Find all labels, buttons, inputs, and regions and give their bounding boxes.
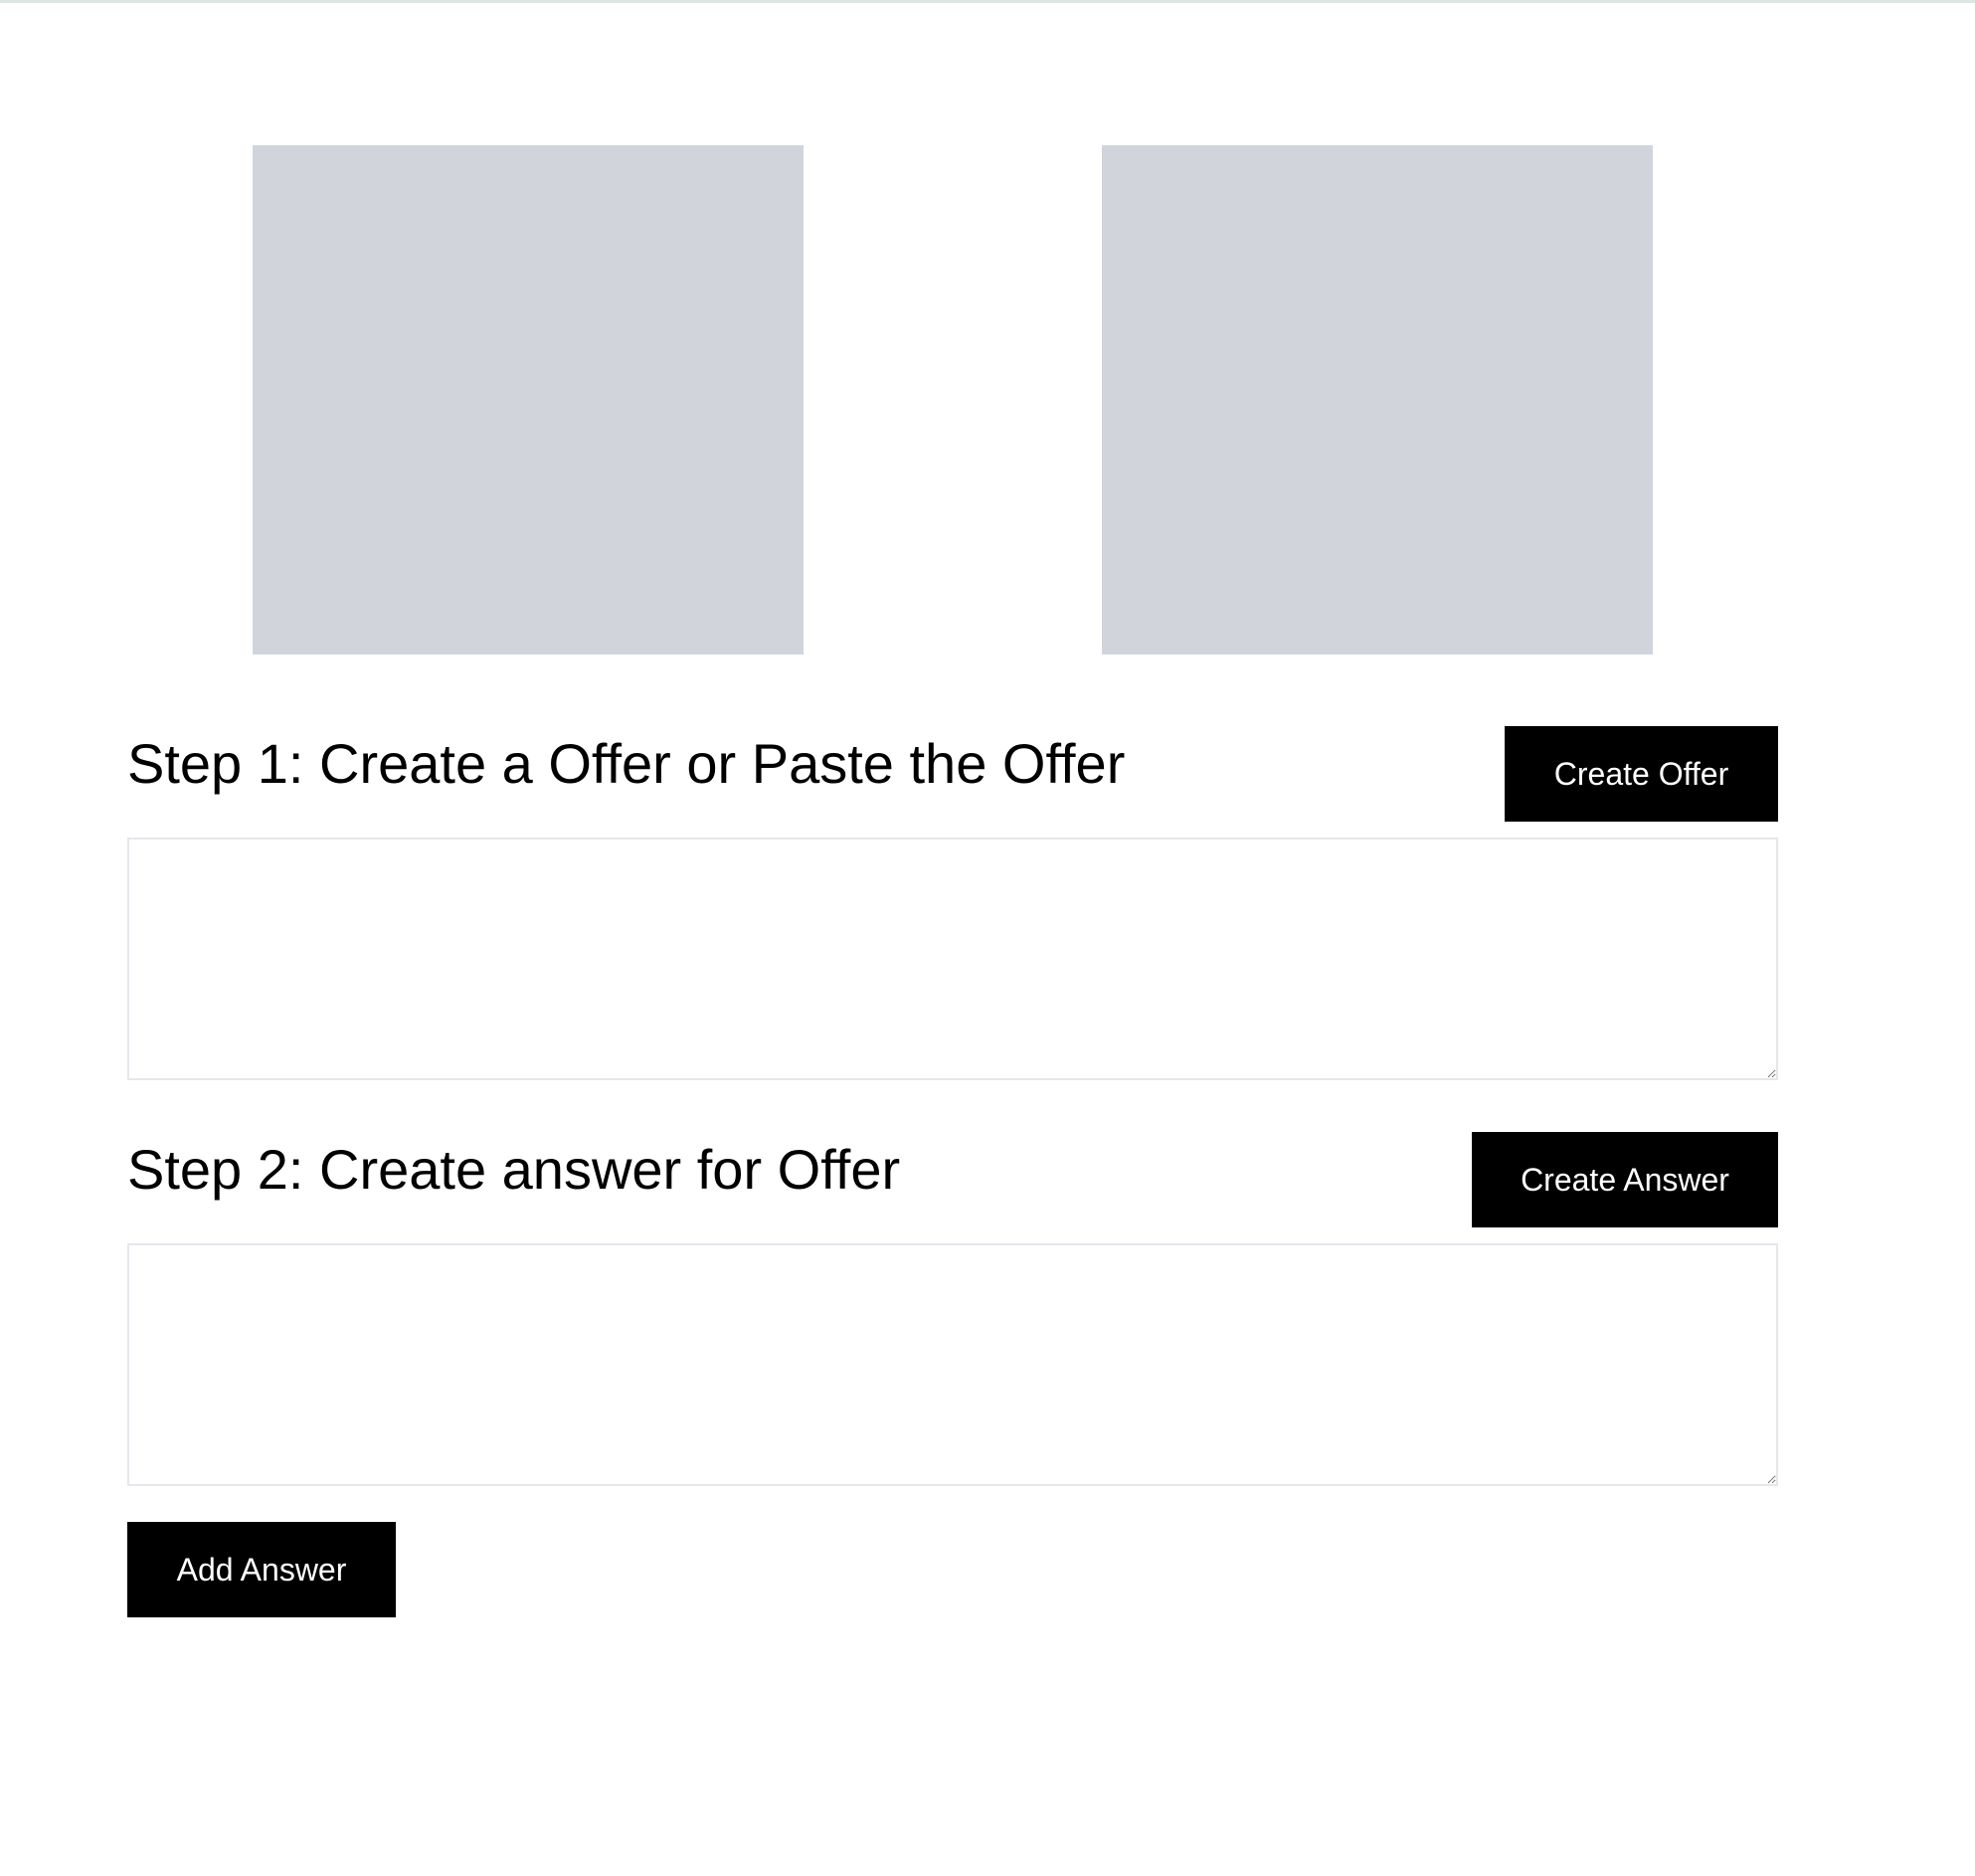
top-border-line — [0, 0, 1975, 3]
local-video — [253, 145, 804, 655]
step1-title: Step 1: Create a Offer or Paste the Offe… — [127, 732, 1126, 795]
offer-textarea[interactable] — [127, 838, 1778, 1080]
answer-textarea[interactable] — [127, 1243, 1778, 1486]
remote-video — [1102, 145, 1653, 655]
add-answer-button[interactable]: Add Answer — [127, 1522, 396, 1617]
create-answer-button[interactable]: Create Answer — [1472, 1132, 1778, 1227]
step2-title: Step 2: Create answer for Offer — [127, 1138, 901, 1201]
create-offer-button[interactable]: Create Offer — [1505, 726, 1778, 822]
